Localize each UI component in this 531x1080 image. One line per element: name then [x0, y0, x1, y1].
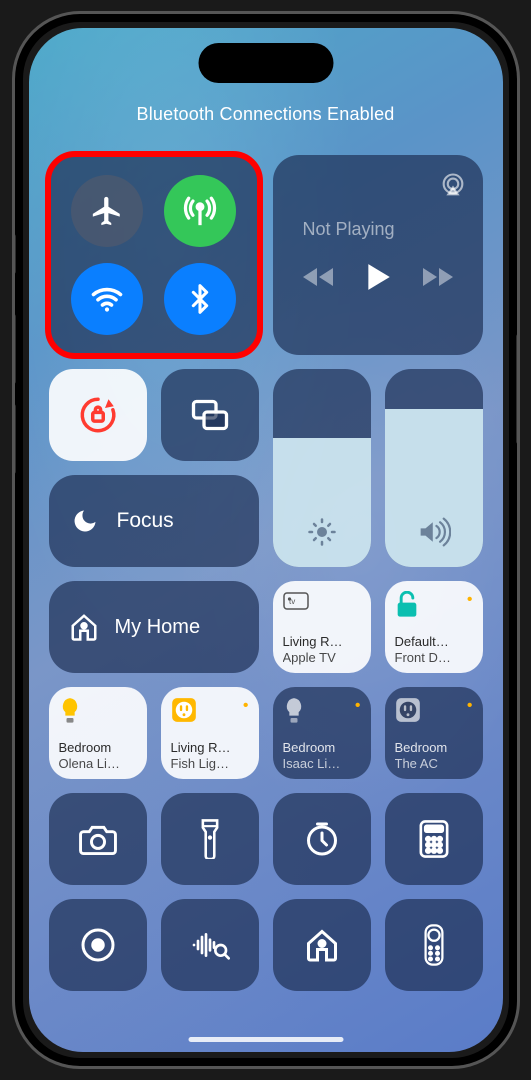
- device-title: Bedroom: [59, 740, 137, 755]
- lightbulb-icon: [59, 697, 81, 725]
- lightbulb-icon: [283, 697, 305, 725]
- dynamic-island: [198, 43, 333, 83]
- device-appletv[interactable]: tv Living R… Apple TV: [273, 581, 371, 673]
- status-title: Bluetooth Connections Enabled: [49, 104, 483, 125]
- device-title: Living R…: [171, 740, 249, 755]
- focus-toggle[interactable]: Focus: [49, 475, 259, 567]
- home-icon: [304, 927, 340, 963]
- sound-recognition-button[interactable]: [161, 899, 259, 991]
- device-plug-ac[interactable]: • Bedroom The AC: [385, 687, 483, 779]
- brightness-fill: [273, 438, 371, 567]
- wifi-icon: [89, 281, 125, 317]
- play-button[interactable]: [365, 262, 391, 292]
- device-title: Default…: [395, 634, 473, 649]
- backward-icon: [301, 265, 335, 289]
- calculator-button[interactable]: [385, 793, 483, 885]
- brightness-slider[interactable]: [273, 369, 371, 567]
- forward-icon: [421, 265, 455, 289]
- device-title: Bedroom: [395, 740, 473, 755]
- media-controls: [291, 262, 465, 292]
- mute-switch: [12, 234, 16, 274]
- cellular-data-toggle[interactable]: [164, 175, 236, 247]
- house-icon: [69, 612, 99, 642]
- focus-label: Focus: [117, 509, 174, 533]
- tv-remote-icon: [423, 924, 445, 966]
- tv-remote-button[interactable]: [385, 899, 483, 991]
- row-connectivity-media: Not Playing: [49, 155, 483, 355]
- home-label: My Home: [115, 616, 201, 639]
- airplane-icon: [90, 194, 124, 228]
- camera-icon: [79, 823, 117, 855]
- control-center: Bluetooth Connections Enabled: [29, 28, 503, 1052]
- airplane-mode-toggle[interactable]: [71, 175, 143, 247]
- home-app-button[interactable]: My Home: [49, 581, 259, 673]
- play-icon: [365, 262, 391, 292]
- device-bulb-bedroom-isaac[interactable]: • Bedroom Isaac Li…: [273, 687, 371, 779]
- rotation-lock-toggle[interactable]: [49, 369, 147, 461]
- device-title: Bedroom: [283, 740, 361, 755]
- bluetooth-toggle[interactable]: [164, 263, 236, 335]
- airplay-button[interactable]: [439, 171, 467, 199]
- timer-button[interactable]: [273, 793, 371, 885]
- device-sub: Fish Lig…: [171, 756, 249, 771]
- device-bulb-living-fish[interactable]: • Living R… Fish Lig…: [161, 687, 259, 779]
- padlock-icon: [395, 591, 419, 619]
- row-devices-2: Bedroom Olena Li… • Living R… Fish Lig…: [49, 687, 483, 779]
- airplay-icon: [439, 171, 467, 199]
- device-sub: Front D…: [395, 650, 473, 665]
- flashlight-button[interactable]: [161, 793, 259, 885]
- rotation-lock-icon: [77, 394, 119, 436]
- device-sub: Olena Li…: [59, 756, 137, 771]
- screen-record-icon: [80, 927, 116, 963]
- volume-slider[interactable]: [385, 369, 483, 567]
- row-tools-2: [49, 899, 483, 991]
- calculator-icon: [419, 820, 449, 858]
- wifi-toggle[interactable]: [71, 263, 143, 335]
- screen-record-button[interactable]: [49, 899, 147, 991]
- connectivity-module[interactable]: [49, 155, 259, 355]
- device-lock[interactable]: • Default… Front D…: [385, 581, 483, 673]
- outlet-icon: [395, 697, 421, 723]
- device-sub: Isaac Li…: [283, 756, 361, 771]
- phone-frame: Bluetooth Connections Enabled: [12, 11, 520, 1069]
- rewind-button[interactable]: [301, 265, 335, 289]
- side-button: [516, 334, 520, 444]
- camera-button[interactable]: [49, 793, 147, 885]
- row-home-devices: My Home tv Living R… Apple TV •: [49, 581, 483, 673]
- bluetooth-icon: [184, 283, 216, 315]
- device-sub: Apple TV: [283, 650, 361, 665]
- media-status-label: Not Playing: [303, 219, 465, 240]
- device-title: Living R…: [283, 634, 361, 649]
- screen: Bluetooth Connections Enabled: [29, 28, 503, 1052]
- device-sub: The AC: [395, 756, 473, 771]
- forward-button[interactable]: [421, 265, 455, 289]
- antenna-icon: [183, 194, 217, 228]
- speaker-icon: [417, 517, 451, 547]
- timer-icon: [304, 821, 340, 857]
- tutorial-highlight: [45, 151, 263, 359]
- row-2: Focus: [49, 369, 483, 567]
- volume-up-button: [12, 314, 16, 384]
- sound-recognition-icon: [190, 928, 230, 962]
- volume-down-button: [12, 404, 16, 474]
- moon-icon: [71, 507, 99, 535]
- media-player-module[interactable]: Not Playing: [273, 155, 483, 355]
- home-indicator[interactable]: [188, 1037, 343, 1042]
- appletv-icon: tv: [283, 591, 309, 611]
- device-bulb-bedroom-olena[interactable]: Bedroom Olena Li…: [49, 687, 147, 779]
- outlet-icon: [171, 697, 197, 723]
- row-tools-1: [49, 793, 483, 885]
- flashlight-icon: [199, 819, 221, 859]
- screen-mirror-icon: [189, 396, 231, 434]
- screen-mirror-toggle[interactable]: [161, 369, 259, 461]
- home-button[interactable]: [273, 899, 371, 991]
- sun-icon: [307, 517, 337, 547]
